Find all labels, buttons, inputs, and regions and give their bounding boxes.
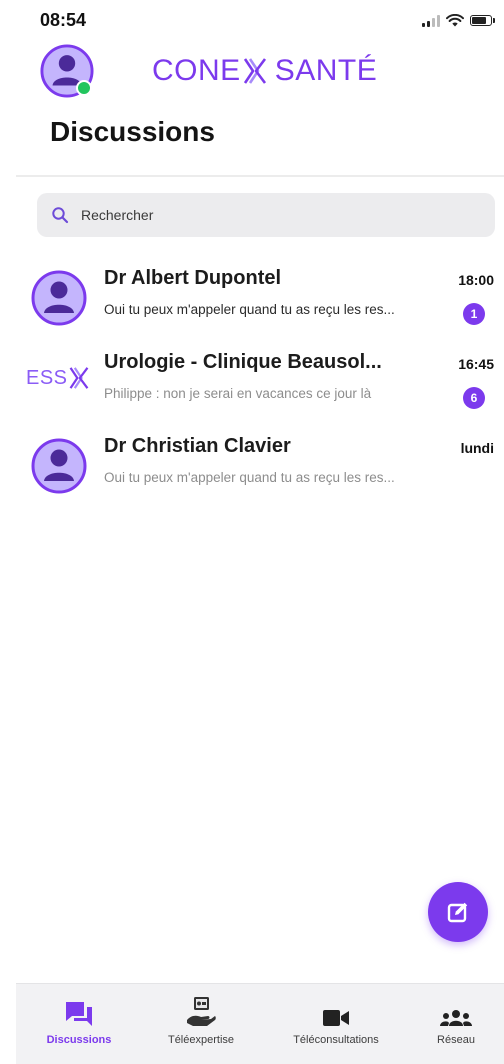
brand-logo-left: CONE — [152, 54, 241, 87]
expertise-hand-icon — [185, 997, 217, 1028]
status-bar: 08:54 — [0, 0, 504, 40]
conversation-name: Dr Albert Dupontel — [104, 267, 282, 289]
unread-badge: 1 — [463, 303, 485, 325]
ess-x-mark-icon — [69, 367, 88, 389]
brand-logo: CONE SANTÉ — [152, 54, 377, 88]
compose-button[interactable] — [428, 882, 488, 942]
conversation-time: lundi — [460, 440, 494, 456]
person-icon — [31, 438, 87, 494]
page-title: Discussions — [50, 116, 215, 147]
conversation-list: Dr Albert Dupontel Oui tu peux m'appeler… — [0, 257, 504, 509]
online-status-dot — [76, 80, 92, 96]
status-time: 08:54 — [40, 10, 87, 30]
conversation-name: Urologie - Clinique Beausol... — [104, 351, 382, 373]
nav-label: Téléexpertise — [167, 1034, 235, 1046]
battery-icon — [470, 15, 495, 26]
group-icon — [440, 998, 472, 1028]
discussions-screen: 08:54 CONE SANTÉ Discussions Rechercher … — [0, 0, 504, 1064]
conversation-time: 18:00 — [458, 272, 494, 288]
nav-label: Discussions — [46, 1034, 112, 1046]
search-bar[interactable] — [37, 193, 495, 237]
conversation-preview: Philippe : non je serai en vacances ce j… — [104, 386, 372, 401]
brand-x-mark-icon — [243, 58, 266, 84]
wifi-icon — [446, 14, 464, 27]
unread-badge: 6 — [463, 387, 485, 409]
header-divider — [16, 175, 504, 177]
profile-avatar[interactable] — [40, 44, 94, 98]
nav-label: Téléconsultations — [293, 1034, 379, 1046]
video-camera-icon — [322, 998, 350, 1028]
ess-logo-text: ESS — [26, 366, 68, 389]
brand-logo-right: SANTÉ — [274, 54, 378, 87]
conversation-item[interactable]: ESS Urologie - Clinique Beausol... Phili… — [0, 341, 504, 425]
conversation-item[interactable]: Dr Christian Clavier Oui tu peux m'appel… — [0, 425, 504, 509]
conversation-time: 16:45 — [458, 356, 494, 372]
conversation-item[interactable]: Dr Albert Dupontel Oui tu peux m'appeler… — [0, 257, 504, 341]
chat-icon — [64, 998, 94, 1028]
signal-icon — [422, 14, 440, 27]
conversation-preview: Oui tu peux m'appeler quand tu as reçu l… — [104, 302, 395, 317]
conversation-preview: Oui tu peux m'appeler quand tu as reçu l… — [104, 470, 395, 485]
ess-logo: ESS — [26, 365, 90, 391]
nav-reseau[interactable]: Réseau — [424, 984, 488, 1064]
search-icon — [52, 207, 69, 224]
conversation-name: Dr Christian Clavier — [104, 435, 291, 457]
person-icon — [31, 270, 87, 326]
nav-teleexpertise[interactable]: Téléexpertise — [156, 984, 246, 1064]
status-icons — [422, 14, 495, 27]
search-input[interactable] — [81, 207, 461, 223]
edit-square-icon — [447, 902, 468, 923]
nav-label: Réseau — [437, 1034, 475, 1046]
nav-teleconsultations[interactable]: Téléconsultations — [281, 984, 391, 1064]
bottom-nav: Discussions Téléexpertise Téléconsultati… — [16, 983, 504, 1064]
nav-discussions[interactable]: Discussions — [36, 984, 122, 1064]
